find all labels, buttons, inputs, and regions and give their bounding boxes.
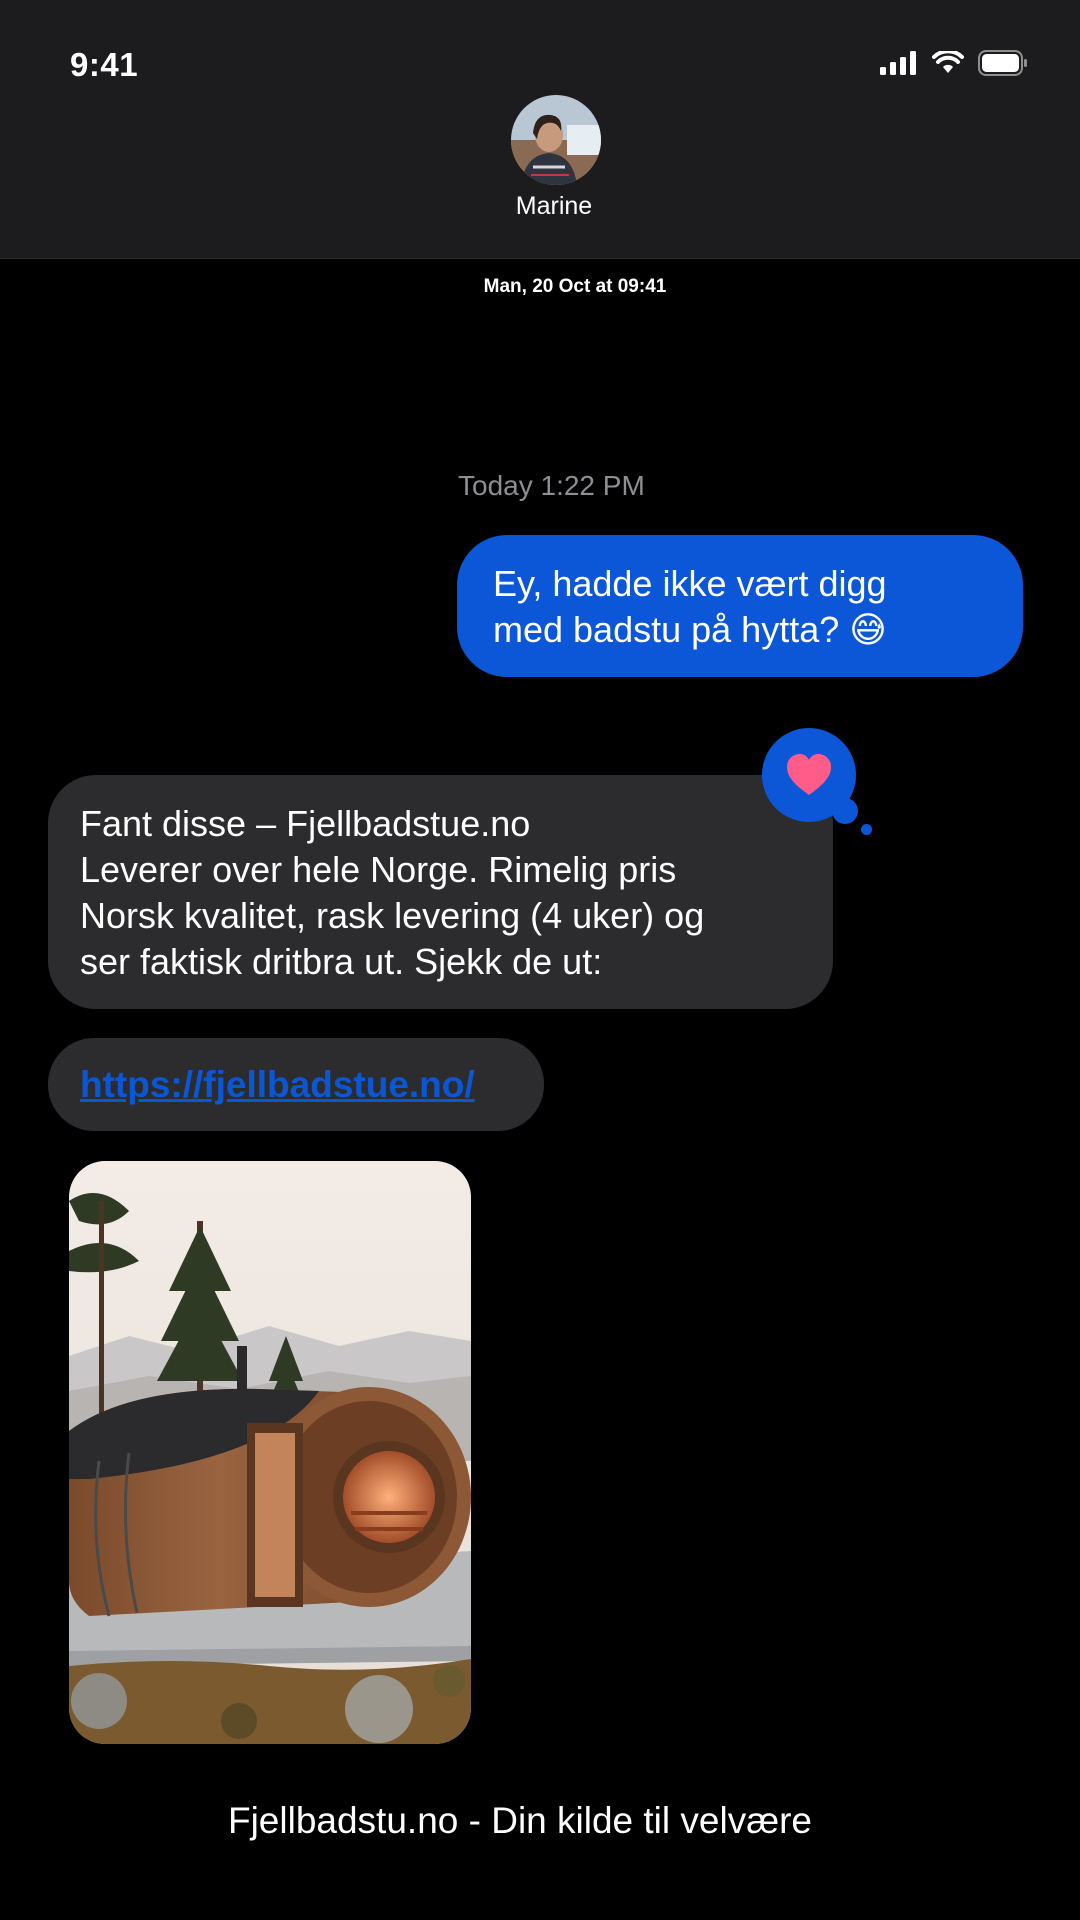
heart-icon: [787, 754, 831, 795]
website-link[interactable]: https://fjellbadstue.no/: [80, 1064, 475, 1106]
wifi-icon: [932, 51, 964, 73]
message-timestamp: Today 1:22 PM: [458, 470, 645, 501]
incoming-message-line: Norsk kvalitet, rask levering (4 uker) o…: [80, 895, 705, 936]
incoming-message-line: Fant disse – Fjellbadstue.no: [80, 803, 531, 844]
reaction-tail-dot: [832, 798, 858, 824]
footer-caption: Fjellbadstu.no - Din kilde til velvære: [227, 1800, 812, 1841]
contact-name[interactable]: Marine: [0, 192, 1080, 221]
contact-avatar[interactable]: [511, 95, 601, 185]
incoming-message-bubble[interactable]: Fant disse – Fjellbadstue.no Leverer ove…: [48, 775, 833, 1009]
incoming-message-line: Leverer over hele Norge. Rimelig pris: [80, 849, 677, 890]
sauna-photo[interactable]: [69, 1161, 471, 1744]
reaction-tail-dot: [861, 824, 872, 835]
incoming-message-line: ser faktisk dritbra ut. Sjekk de ut:: [80, 941, 603, 982]
outgoing-message-line: Ey, hadde ikke vært digg: [493, 563, 887, 604]
battery-icon: [978, 50, 1027, 76]
status-icons: [880, 50, 1028, 76]
signal-icon: [880, 51, 916, 75]
link-message-bubble[interactable]: https://fjellbadstue.no/: [48, 1038, 544, 1131]
date-stamp: Man, 20 Oct at 09:41: [483, 276, 667, 297]
outgoing-message-bubble[interactable]: Ey, hadde ikke vært digg med badstu på h…: [457, 535, 1023, 677]
conversation-header: 9:41 Marine: [0, 0, 1080, 259]
status-time: 9:41: [70, 46, 139, 83]
outgoing-message-line: med badstu på hytta? 😅: [493, 609, 887, 650]
